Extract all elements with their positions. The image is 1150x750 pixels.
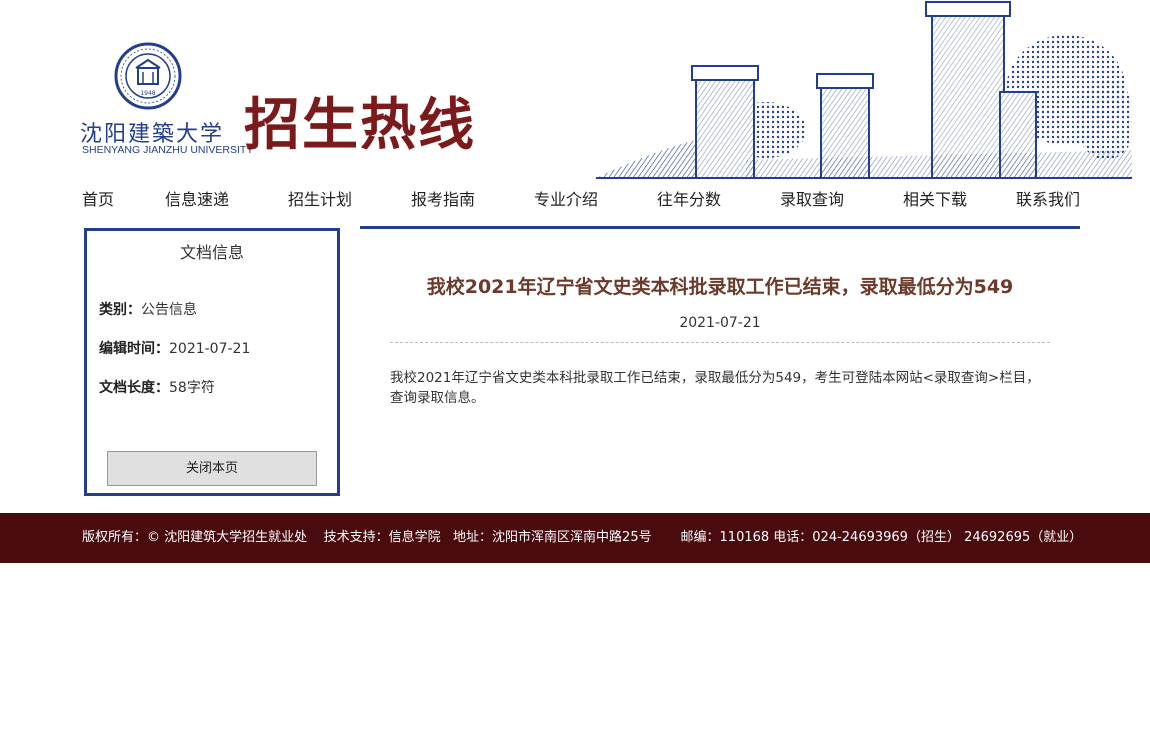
document-info-panel: 文档信息 类别：公告信息 编辑时间：2021-07-21 文档长度：58字符 关…	[84, 228, 340, 496]
footer-info: 版权所有：© 沈阳建筑大学招生就业处 技术支持：信息学院 地址：沈阳市浑南区浑南…	[82, 530, 1083, 545]
category-label: 类别：	[99, 302, 141, 318]
category-value: 公告信息	[141, 302, 197, 318]
length-label: 文档长度：	[99, 380, 169, 396]
nav-item-downloads[interactable]: 相关下载	[903, 188, 967, 212]
nav-item-news[interactable]: 信息速递	[165, 188, 229, 212]
length-row: 文档长度：58字符	[99, 377, 215, 397]
nav-item-contact[interactable]: 联系我们	[1016, 188, 1080, 212]
nav-item-admission-query[interactable]: 录取查询	[780, 188, 844, 212]
site-footer: 版权所有：© 沈阳建筑大学招生就业处 技术支持：信息学院 地址：沈阳市浑南区浑南…	[0, 513, 1150, 563]
university-logo[interactable]: 1948 沈阳建築大学 SHENYANG JIANZHU UNIVERSITY	[80, 42, 253, 157]
edit-time-row: 编辑时间：2021-07-21	[99, 338, 250, 358]
nav-item-exam-guide[interactable]: 报考指南	[411, 188, 475, 212]
article-divider	[390, 342, 1050, 343]
nav-item-past-scores[interactable]: 往年分数	[657, 188, 721, 212]
main-nav: 首页 信息速递 招生计划 报考指南 专业介绍 往年分数 录取查询 相关下载 联系…	[82, 188, 1082, 214]
article-title: 我校2021年辽宁省文史类本科批录取工作已结束，录取最低分为549	[426, 276, 1014, 298]
article-date: 2021-07-21	[679, 315, 761, 331]
site-title: 招生热线	[244, 93, 476, 158]
nav-item-admission-plan[interactable]: 招生计划	[288, 188, 352, 212]
nav-item-home[interactable]: 首页	[82, 188, 114, 212]
seal-year: 1948	[140, 90, 155, 97]
campus-gate-illustration	[596, 1, 1132, 179]
close-page-button[interactable]: 关闭本页	[107, 451, 317, 486]
university-seal-icon: 1948	[114, 42, 182, 110]
article-body: 我校2021年辽宁省文史类本科批录取工作已结束，录取最低分为549，考生可登陆本…	[390, 370, 1040, 406]
document-info-title: 文档信息	[179, 243, 244, 262]
site-header: 1948 沈阳建築大学 SHENYANG JIANZHU UNIVERSITY …	[0, 0, 1150, 185]
nav-item-majors[interactable]: 专业介绍	[534, 188, 598, 212]
length-value: 58字符	[169, 380, 215, 396]
edit-time-value: 2021-07-21	[169, 341, 251, 357]
category-row: 类别：公告信息	[99, 299, 197, 319]
content-top-rule	[360, 226, 1080, 229]
edit-time-label: 编辑时间：	[99, 341, 169, 357]
logo-english-name: SHENYANG JIANZHU UNIVERSITY	[82, 144, 254, 156]
